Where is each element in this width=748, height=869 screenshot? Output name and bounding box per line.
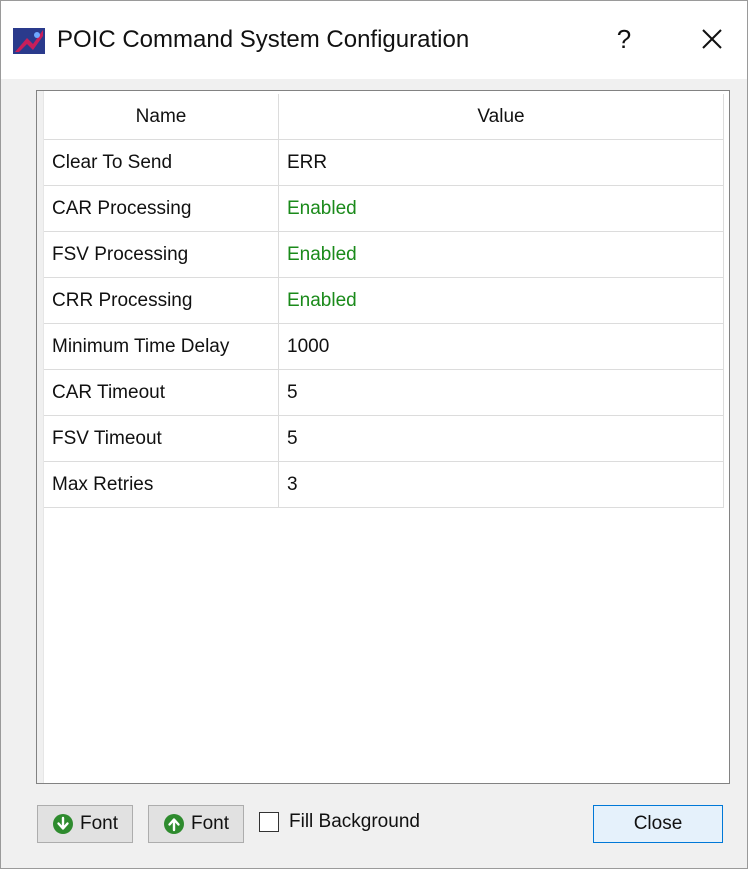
table-row[interactable]: CAR Processing Enabled <box>44 185 724 232</box>
cell-name: Minimum Time Delay <box>44 323 279 370</box>
close-button-label: Close <box>633 813 683 834</box>
fill-background-label: Fill Background <box>289 811 420 832</box>
table-row[interactable]: Minimum Time Delay 1000 <box>44 323 724 370</box>
cell-value: 1000 <box>278 323 724 370</box>
cell-value: Enabled <box>278 277 724 324</box>
column-header-name[interactable]: Name <box>44 94 279 140</box>
cell-value: Enabled <box>278 185 724 232</box>
table-row[interactable]: CRR Processing Enabled <box>44 277 724 324</box>
arrow-up-circle-icon <box>163 814 184 834</box>
cell-name: FSV Processing <box>44 231 279 278</box>
table-row[interactable]: Clear To Send ERR <box>44 139 724 186</box>
column-header-value[interactable]: Value <box>278 94 724 140</box>
cell-value: 3 <box>278 461 724 508</box>
app-icon <box>13 28 45 54</box>
cell-name: CRR Processing <box>44 277 279 324</box>
close-icon <box>702 29 722 49</box>
table-row[interactable]: FSV Processing Enabled <box>44 231 724 278</box>
increase-font-button[interactable]: Font <box>148 805 244 843</box>
row-header-strip <box>37 91 44 783</box>
cell-value: 5 <box>278 415 724 462</box>
cell-value: Enabled <box>278 231 724 278</box>
window-title: POIC Command System Configuration <box>57 26 470 53</box>
dialog-window: POIC Command System Configuration ? Name… <box>0 0 748 869</box>
arrow-down-circle-icon <box>52 814 73 834</box>
decrease-font-button[interactable]: Font <box>37 805 133 843</box>
cell-name: Clear To Send <box>44 139 279 186</box>
increase-font-label: Font <box>190 813 230 834</box>
button-bar: Font Font Fill Background Close <box>1 791 747 851</box>
checkbox-box[interactable] <box>259 812 279 832</box>
table-header-row: Name Value <box>44 94 724 140</box>
table-row[interactable]: CAR Timeout 5 <box>44 369 724 416</box>
fill-background-checkbox[interactable]: Fill Background <box>259 809 420 835</box>
cell-name: FSV Timeout <box>44 415 279 462</box>
cell-value: 5 <box>278 369 724 416</box>
close-button[interactable]: Close <box>593 805 723 843</box>
help-button[interactable]: ? <box>599 17 649 61</box>
cell-name: Max Retries <box>44 461 279 508</box>
decrease-font-label: Font <box>79 813 119 834</box>
table-row[interactable]: Max Retries 3 <box>44 461 724 508</box>
window-close-button[interactable] <box>687 17 737 61</box>
title-bar: POIC Command System Configuration ? <box>1 1 747 79</box>
cell-name: CAR Timeout <box>44 369 279 416</box>
table-row[interactable]: FSV Timeout 5 <box>44 415 724 462</box>
cell-value: ERR <box>278 139 724 186</box>
cell-name: CAR Processing <box>44 185 279 232</box>
config-table-frame: Name Value Clear To Send ERR CAR Processin… <box>36 90 730 784</box>
config-table: Name Value Clear To Send ERR CAR Processin… <box>44 94 724 508</box>
